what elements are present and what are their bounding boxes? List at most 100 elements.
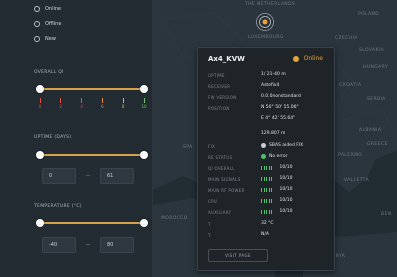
map-place-label: SLOVAKIA: [359, 48, 385, 53]
status-filter-label: Online: [45, 6, 62, 12]
info-value: 129.807 m: [261, 131, 286, 136]
info-key: MAIN SIGNALS: [208, 177, 241, 182]
info-value-row: 10/10: [261, 187, 292, 192]
info-value-row: No error: [261, 154, 287, 159]
quality-bars-icon: [261, 187, 274, 192]
info-value: 10/10: [279, 176, 293, 181]
map-place-label: HUNGARY: [363, 65, 388, 70]
temperature-label: TEMPERATURE (°C): [34, 204, 82, 209]
map-place-label: POLAND: [358, 12, 380, 17]
qi-tick: 0: [34, 98, 46, 109]
temperature-min-input[interactable]: [42, 237, 76, 253]
radio-circle-icon: [34, 21, 40, 27]
status-filter-label: New: [45, 36, 56, 42]
map-place-label: BEN: [381, 212, 392, 217]
map-place-label: ALBANIA: [359, 128, 382, 133]
temperature-slider[interactable]: [36, 219, 148, 227]
info-value: No error: [269, 154, 288, 159]
uptime-label: UPTIME (DAYS): [34, 135, 72, 140]
uptime-min-input[interactable]: [42, 168, 76, 184]
qi-tick-label: 2: [59, 104, 63, 109]
info-value: 10/10: [279, 187, 293, 192]
info-value: Astefix4: [261, 83, 280, 88]
info-value: 0.0.0nonstandard: [261, 94, 301, 99]
slider-max-handle[interactable]: [140, 85, 148, 93]
uptime-max-input[interactable]: [100, 168, 134, 184]
quality-bars-icon: [261, 198, 274, 203]
overall-qi-scale: 0 2 4 6 8 10: [39, 98, 147, 116]
info-key: T: [208, 222, 211, 227]
temperature-range: —: [42, 237, 134, 253]
visit-page-button[interactable]: VISIT PAGE: [208, 249, 268, 262]
qi-tick-label: 6: [101, 104, 104, 109]
info-value: 1/ 21-40 m: [261, 72, 286, 77]
map-place-label: GREECE: [367, 142, 388, 147]
signal-tower-icon[interactable]: [256, 13, 274, 31]
info-value: 10/10: [279, 198, 293, 203]
quality-bars-icon: [261, 165, 274, 170]
radio-circle-icon: [34, 36, 40, 42]
satellite-icon: [261, 143, 266, 148]
qi-tick: 4: [76, 98, 88, 109]
info-value-row: SBAS aided FIX: [261, 143, 303, 148]
info-key: RECEIVER: [208, 84, 231, 89]
slider-max-handle[interactable]: [140, 219, 148, 227]
status-filter-label: Offline: [45, 21, 62, 27]
uptime-slider[interactable]: [36, 151, 148, 159]
info-key: T: [208, 233, 211, 238]
info-key: UPTIME: [208, 73, 225, 78]
info-value: E 4° 42' 55.64": [261, 116, 296, 121]
map-place-label: SPA: [183, 145, 193, 150]
map-place-label: VALLETTA: [344, 178, 370, 183]
map-place-label: THE NETHERLANDS: [245, 2, 296, 7]
map-place-label: SERBIA: [367, 97, 386, 102]
slider-min-handle[interactable]: [36, 219, 44, 227]
info-value: N/A: [261, 232, 269, 237]
info-key: RE STATUS: [208, 155, 233, 160]
info-key: FW VERSION: [208, 95, 237, 100]
map-place-label: MOROCCO: [161, 216, 188, 221]
slider-min-handle[interactable]: [36, 151, 44, 159]
status-dot-icon: [292, 55, 299, 62]
map-place-label: CROATIA: [339, 83, 362, 88]
radio-circle-icon: [34, 6, 40, 12]
info-key: POSITION: [208, 106, 230, 111]
filter-sidebar: Online Offline New OVERALL QI 0 2 4 6 8 …: [0, 0, 153, 277]
check-circle-icon: [261, 154, 266, 159]
status-filter-online[interactable]: Online: [34, 3, 61, 15]
info-value: 10/10: [279, 209, 293, 214]
station-name: Ax4_KVW: [208, 55, 245, 63]
info-key: CPU: [208, 199, 218, 204]
overall-qi-slider[interactable]: [36, 85, 148, 93]
qi-tick-label: 10: [141, 104, 147, 109]
quality-bars-icon: [261, 209, 274, 214]
uptime-range: —: [42, 168, 134, 184]
info-value-row: 10/10: [261, 176, 292, 181]
slider-max-handle[interactable]: [140, 151, 148, 159]
info-value: 32 °C: [261, 221, 274, 226]
map-place-label: LUXEMBOURG: [248, 35, 284, 40]
info-value-row: 10/10: [261, 165, 292, 170]
info-value: SBAS aided FIX: [269, 143, 304, 148]
status-badge: Online: [292, 55, 323, 62]
overall-qi-label: OVERALL QI: [34, 70, 64, 75]
info-key: AUXILIARY: [208, 210, 232, 215]
map-place-label: CZECHIA: [335, 36, 358, 41]
qi-tick: 6: [96, 98, 108, 109]
status-filter-offline[interactable]: Offline: [34, 18, 61, 30]
status-filter-new[interactable]: New: [34, 33, 56, 45]
qi-tick: 8: [117, 98, 129, 109]
temperature-max-input[interactable]: [100, 237, 134, 253]
qi-tick-label: 4: [80, 104, 83, 109]
qi-tick-label: 0: [38, 104, 42, 109]
info-value: N 50° 50' 55.06": [261, 105, 299, 110]
info-key: QI OVERALL: [208, 166, 235, 171]
map-place-label: PALERMO: [338, 153, 363, 158]
info-value-row: 10/10: [261, 198, 292, 203]
slider-min-handle[interactable]: [36, 85, 44, 93]
qi-tick: 2: [55, 98, 67, 109]
qi-tick: 10: [138, 98, 150, 109]
qi-tick-label: 8: [121, 104, 125, 109]
info-key: MAIN RF POWER: [208, 188, 245, 193]
info-value-row: 10/10: [261, 209, 292, 214]
